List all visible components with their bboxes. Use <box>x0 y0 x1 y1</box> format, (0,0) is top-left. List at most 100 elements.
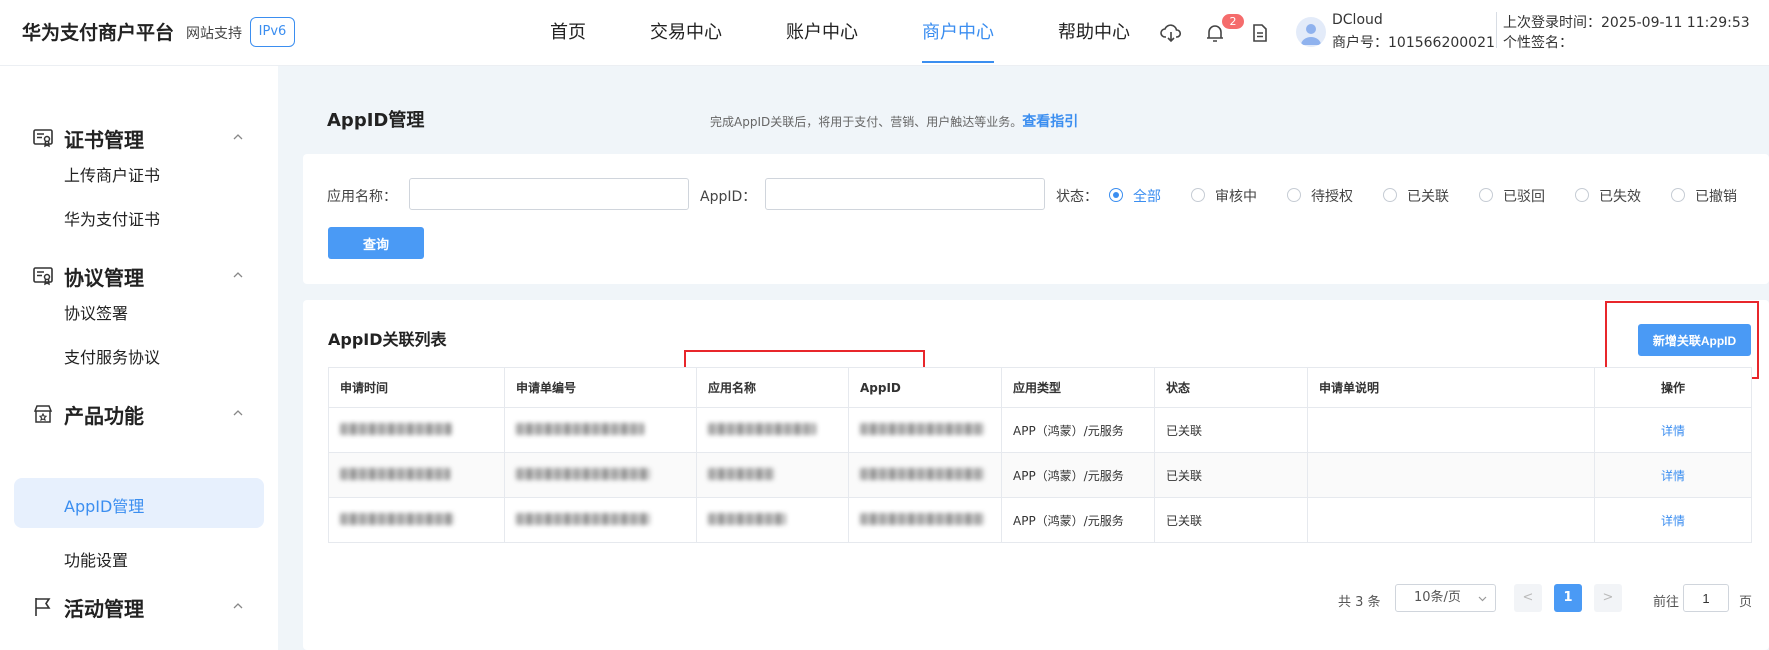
nav-transaction-center[interactable]: 交易中心 <box>650 18 722 44</box>
sidebar-item-appid-management[interactable]: AppID管理 <box>64 493 144 517</box>
avatar[interactable] <box>1296 17 1326 47</box>
radio-label: 已撤销 <box>1695 189 1737 205</box>
redacted-text <box>340 422 452 435</box>
view-guide-link[interactable]: 查看指引 <box>1022 114 1078 130</box>
detail-link[interactable]: 详情 <box>1661 514 1685 528</box>
cell-apply-no <box>504 497 697 543</box>
status-radio-rejected[interactable]: 已驳回 <box>1479 186 1559 205</box>
sidebar-section-agreements[interactable]: 协议管理 <box>32 261 252 291</box>
radio-label: 已失效 <box>1599 189 1641 205</box>
page-size-select[interactable]: 10条/页 <box>1395 584 1496 612</box>
nav-account-center[interactable]: 账户中心 <box>786 18 858 44</box>
status-radio-reviewing[interactable]: 审核中 <box>1191 186 1271 205</box>
sidebar-section-products[interactable]: 产品功能 <box>32 399 252 429</box>
user-name: DCloud <box>1332 12 1383 28</box>
cell-remark <box>1307 452 1595 498</box>
detail-link[interactable]: 详情 <box>1661 424 1685 438</box>
document-icon[interactable] <box>1249 22 1271 44</box>
cell-app-name <box>696 497 849 543</box>
sidebar-item-payment-service-agreement[interactable]: 支付服务协议 <box>64 344 160 368</box>
cell-app-type: APP（鸿蒙）/元服务 <box>1001 407 1155 453</box>
col-app-name: 应用名称 <box>696 367 849 408</box>
sidebar-section-activities[interactable]: 活动管理 <box>32 592 252 622</box>
next-page-button[interactable]: > <box>1594 584 1622 612</box>
cell-apply-time <box>328 497 505 543</box>
col-status: 状态 <box>1154 367 1308 408</box>
cell-apply-time <box>328 407 505 453</box>
radio-dot <box>1109 188 1123 202</box>
table-row: APP（鸿蒙）/元服务 已关联 详情 <box>328 497 1752 543</box>
table-header-row: 申请时间 申请单编号 应用名称 AppID 应用类型 状态 申请单说明 操作 <box>328 367 1752 408</box>
redacted-text <box>860 512 984 525</box>
nav-home[interactable]: 首页 <box>550 18 586 44</box>
redacted-text <box>340 512 454 525</box>
sidebar-item-sign-agreement[interactable]: 协议签署 <box>64 300 128 324</box>
cell-app-type: APP（鸿蒙）/元服务 <box>1001 452 1155 498</box>
redacted-text <box>516 512 650 525</box>
cell-status: 已关联 <box>1154 497 1308 543</box>
status-radio-all[interactable]: 全部 <box>1109 186 1179 205</box>
status-radio-linked[interactable]: 已关联 <box>1383 186 1463 205</box>
status-radio-pending-auth[interactable]: 待授权 <box>1287 186 1367 205</box>
chevron-up-icon <box>233 603 243 609</box>
cell-action: 详情 <box>1594 497 1752 543</box>
merchant-id: 商户号：101566200021 <box>1332 35 1495 51</box>
sidebar: 证书管理 上传商户证书 华为支付证书 协议管理 协议签署 支付服务协议 产品功能… <box>0 66 278 650</box>
sidebar-item-huawei-pay-cert[interactable]: 华为支付证书 <box>64 206 160 230</box>
prev-page-button[interactable]: < <box>1514 584 1542 612</box>
cell-remark <box>1307 497 1595 543</box>
pagination: 共 3 条 10条/页 < 1 > 前往 页 <box>303 584 1769 612</box>
sidebar-section-title: 协议管理 <box>64 266 144 290</box>
page-1-button[interactable]: 1 <box>1554 584 1582 612</box>
radio-label: 待授权 <box>1311 189 1353 205</box>
radio-dot <box>1479 188 1493 202</box>
sidebar-item-upload-merchant-cert[interactable]: 上传商户证书 <box>64 162 160 186</box>
sidebar-section-certificates[interactable]: 证书管理 <box>32 123 252 153</box>
ipv6-badge: IPv6 <box>250 17 295 47</box>
page-title: AppID管理 <box>327 110 425 131</box>
redacted-text <box>860 467 984 480</box>
page-size-value: 10条/页 <box>1414 590 1461 605</box>
radio-label: 已驳回 <box>1503 189 1545 205</box>
app-name-input[interactable] <box>409 178 689 210</box>
radio-dot <box>1671 188 1685 202</box>
app-name-label: 应用名称： <box>327 189 397 205</box>
appid-table: 申请时间 申请单编号 应用名称 AppID 应用类型 状态 申请单说明 操作 A… <box>328 367 1752 543</box>
cell-status: 已关联 <box>1154 407 1308 453</box>
status-radio-revoked[interactable]: 已撤销 <box>1671 186 1751 205</box>
redacted-text <box>708 467 774 480</box>
chevron-up-icon <box>233 410 243 416</box>
status-radio-expired[interactable]: 已失效 <box>1575 186 1655 205</box>
nav-active-indicator <box>922 61 994 63</box>
flag-icon <box>35 598 51 616</box>
page-description-text: 完成AppID关联后，将用于支付、营销、用户触达等业务。 <box>710 115 1023 129</box>
pagination-total: 共 3 条 <box>1338 595 1381 610</box>
header-divider <box>1496 12 1497 48</box>
cell-appid <box>848 497 1002 543</box>
radio-dot <box>1383 188 1397 202</box>
radio-label: 审核中 <box>1215 189 1257 205</box>
cell-app-name <box>696 407 849 453</box>
appid-list-panel: AppID关联列表 新增关联AppID 申请时间 申请单编号 应用名称 AppI… <box>303 300 1769 650</box>
redacted-text <box>340 467 450 480</box>
sidebar-item-feature-settings[interactable]: 功能设置 <box>64 547 128 571</box>
last-login-time: 上次登录时间：2025-09-11 11:29:53 <box>1503 15 1750 31</box>
appid-input[interactable] <box>765 178 1045 210</box>
nav-help-center[interactable]: 帮助中心 <box>1058 18 1130 44</box>
radio-label: 全部 <box>1133 189 1161 205</box>
detail-link[interactable]: 详情 <box>1661 469 1685 483</box>
cloud-download-icon[interactable] <box>1160 22 1182 44</box>
col-apply-no: 申请单编号 <box>504 367 697 408</box>
query-button[interactable]: 查询 <box>328 227 424 259</box>
goto-page-input[interactable] <box>1683 584 1729 612</box>
top-header: 华为支付商户平台 网站支持 IPv6 首页 交易中心 账户中心 商户中心 帮助中… <box>0 0 1769 66</box>
sidebar-section-title: 证书管理 <box>64 128 144 152</box>
brand-title[interactable]: 华为支付商户平台 <box>22 18 174 45</box>
cell-action: 详情 <box>1594 407 1752 453</box>
radio-dot <box>1191 188 1205 202</box>
page-description: 完成AppID关联后，将用于支付、营销、用户触达等业务。查看指引 <box>710 111 1078 131</box>
sidebar-section-title: 产品功能 <box>64 404 144 428</box>
nav-merchant-center[interactable]: 商户中心 <box>922 18 994 44</box>
signature-label: 个性签名： <box>1503 35 1573 51</box>
redacted-text <box>708 422 816 435</box>
